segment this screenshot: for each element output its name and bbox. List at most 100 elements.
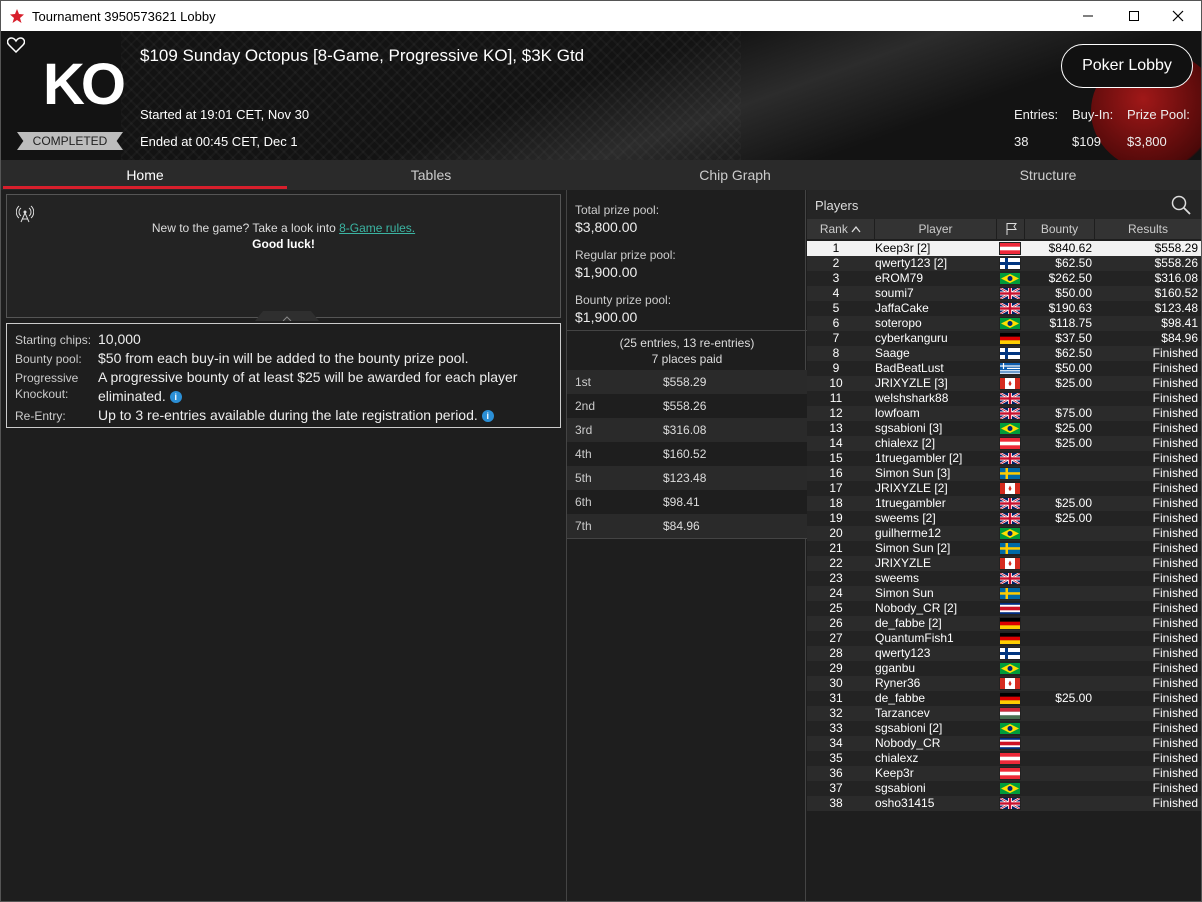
player-row[interactable]: 15 1truegambler [2] Finished: [807, 451, 1201, 466]
player-result: Finished: [1152, 676, 1198, 690]
player-row[interactable]: 23 sweems Finished: [807, 571, 1201, 586]
prizepool-label: Prize Pool:: [1127, 107, 1190, 122]
player-row[interactable]: 33 sgsabioni [2] Finished: [807, 721, 1201, 736]
start-time: Started at 19:01 CET, Nov 30: [140, 107, 310, 122]
player-row[interactable]: 8 Saage $62.50 Finished: [807, 346, 1201, 361]
tab-bar: Home Tables Chip Graph Structure: [1, 160, 1201, 190]
column-player[interactable]: Player: [875, 219, 997, 239]
player-row[interactable]: 12 lowfoam $75.00 Finished: [807, 406, 1201, 421]
prizepool-value: $3,800: [1127, 134, 1167, 149]
player-row[interactable]: 3 eROM79 $262.50 $316.08: [807, 271, 1201, 286]
tab-structure[interactable]: Structure: [897, 160, 1199, 190]
player-row[interactable]: 10 JRIXYZLE [3] $25.00 Finished: [807, 376, 1201, 391]
player-row[interactable]: 4 soumi7 $50.00 $160.52: [807, 286, 1201, 301]
poker-lobby-button[interactable]: Poker Lobby: [1061, 44, 1193, 88]
player-row[interactable]: 25 Nobody_CR [2] Finished: [807, 601, 1201, 616]
info-value-text: Up to 3 re-entries available during the …: [98, 407, 478, 423]
player-row[interactable]: 32 Tarzancev Finished: [807, 706, 1201, 721]
player-row[interactable]: 11 welshshark88 Finished: [807, 391, 1201, 406]
player-row[interactable]: 17 JRIXYZLE [2] Finished: [807, 481, 1201, 496]
players-column-header: Rank Player Bounty Results: [807, 219, 1201, 239]
maximize-icon: [1129, 11, 1139, 21]
player-row[interactable]: 20 guilherme12 Finished: [807, 526, 1201, 541]
game-rules-link[interactable]: 8-Game rules.: [339, 221, 415, 235]
buyin-label: Buy-In:: [1072, 107, 1114, 122]
column-results[interactable]: Results: [1095, 219, 1201, 239]
player-row[interactable]: 16 Simon Sun [3] Finished: [807, 466, 1201, 481]
player-row[interactable]: 29 gganbu Finished: [807, 661, 1201, 676]
player-result: Finished: [1152, 646, 1198, 660]
player-result: Finished: [1152, 391, 1198, 405]
payout-amount: $123.48: [663, 471, 707, 485]
player-row[interactable]: 27 QuantumFish1 Finished: [807, 631, 1201, 646]
column-rank-label: Rank: [819, 222, 848, 236]
player-row[interactable]: 31 de_fabbe $25.00 Finished: [807, 691, 1201, 706]
player-row[interactable]: 6 soteropo $118.75 $98.41: [807, 316, 1201, 331]
player-result: Finished: [1152, 571, 1198, 585]
info-value: $50 from each buy-in will be added to th…: [98, 350, 469, 366]
home-panel: New to the game? Take a look into 8-Game…: [1, 190, 565, 901]
payout-place: 5th: [575, 471, 592, 485]
window-title: Tournament 3950573621 Lobby: [32, 9, 216, 24]
close-button[interactable]: [1155, 1, 1201, 31]
player-result: Finished: [1152, 616, 1198, 630]
lobby-window: Tournament 3950573621 Lobby KO COMPLETED…: [0, 0, 1202, 902]
player-row[interactable]: 24 Simon Sun Finished: [807, 586, 1201, 601]
tab-chip-graph[interactable]: Chip Graph: [575, 160, 895, 190]
column-rank[interactable]: Rank: [807, 219, 875, 239]
entries-label: Entries:: [1014, 107, 1059, 122]
close-icon: [1172, 10, 1184, 22]
player-row[interactable]: 18 1truegambler $25.00 Finished: [807, 496, 1201, 511]
collapse-handle[interactable]: [255, 311, 319, 321]
status-badge: COMPLETED: [17, 132, 123, 150]
tab-tables[interactable]: Tables: [289, 160, 573, 190]
column-country[interactable]: [997, 219, 1025, 239]
payout-row: 4th $160.52: [567, 442, 807, 466]
player-result: Finished: [1152, 436, 1198, 450]
player-row[interactable]: 21 Simon Sun [2] Finished: [807, 541, 1201, 556]
news-box: New to the game? Take a look into 8-Game…: [6, 194, 561, 321]
players-title: Players: [815, 198, 859, 213]
player-row[interactable]: 28 qwerty123 Finished: [807, 646, 1201, 661]
player-row[interactable]: 38 osho31415 Finished: [807, 796, 1201, 811]
player-result: Finished: [1152, 556, 1198, 570]
player-row[interactable]: 7 cyberkanguru $37.50 $84.96: [807, 331, 1201, 346]
player-row[interactable]: 14 chialexz [2] $25.00 Finished: [807, 436, 1201, 451]
good-luck-text: Good luck!: [252, 237, 315, 251]
player-row[interactable]: 2 qwerty123 [2] $62.50 $558.26: [807, 256, 1201, 271]
minimize-icon: [1083, 15, 1093, 17]
payout-amount: $98.41: [663, 495, 700, 509]
player-row[interactable]: 36 Keep3r Finished: [807, 766, 1201, 781]
payout-place: 7th: [575, 519, 592, 533]
player-result: $316.08: [1154, 271, 1198, 285]
player-result: Finished: [1152, 466, 1198, 480]
payout-row: 2nd $558.26: [567, 394, 807, 418]
player-result: Finished: [1152, 601, 1198, 615]
player-row[interactable]: 37 sgsabioni Finished: [807, 781, 1201, 796]
player-row[interactable]: 22 JRIXYZLE Finished: [807, 556, 1201, 571]
player-row[interactable]: 34 Nobody_CR Finished: [807, 736, 1201, 751]
column-bounty[interactable]: Bounty: [1025, 219, 1095, 239]
player-row[interactable]: 30 Ryner36 Finished: [807, 676, 1201, 691]
info-icon[interactable]: i: [481, 410, 494, 423]
player-row[interactable]: 35 chialexz Finished: [807, 751, 1201, 766]
entries-value: 38: [1014, 134, 1029, 149]
player-row[interactable]: 1 Keep3r [2] $840.62 $558.29: [807, 241, 1201, 256]
maximize-button[interactable]: [1111, 1, 1157, 31]
divider: [567, 538, 807, 539]
player-result: Finished: [1152, 781, 1198, 795]
favorite-heart-icon[interactable]: [7, 37, 25, 53]
player-row[interactable]: 9 BadBeatLust $50.00 Finished: [807, 361, 1201, 376]
player-result: Finished: [1152, 346, 1198, 360]
info-icon[interactable]: i: [169, 391, 182, 404]
payout-amount: $558.29: [663, 375, 707, 389]
players-header: Players: [807, 190, 1201, 219]
player-row[interactable]: 26 de_fabbe [2] Finished: [807, 616, 1201, 631]
player-row[interactable]: 5 JaffaCake $190.63 $123.48: [807, 301, 1201, 316]
player-result: Finished: [1152, 766, 1198, 780]
search-icon[interactable]: [1171, 195, 1191, 215]
player-row[interactable]: 13 sgsabioni [3] $25.00 Finished: [807, 421, 1201, 436]
player-row[interactable]: 19 sweems [2] $25.00 Finished: [807, 511, 1201, 526]
player-result: $84.96: [1161, 331, 1198, 345]
minimize-button[interactable]: [1065, 1, 1111, 31]
